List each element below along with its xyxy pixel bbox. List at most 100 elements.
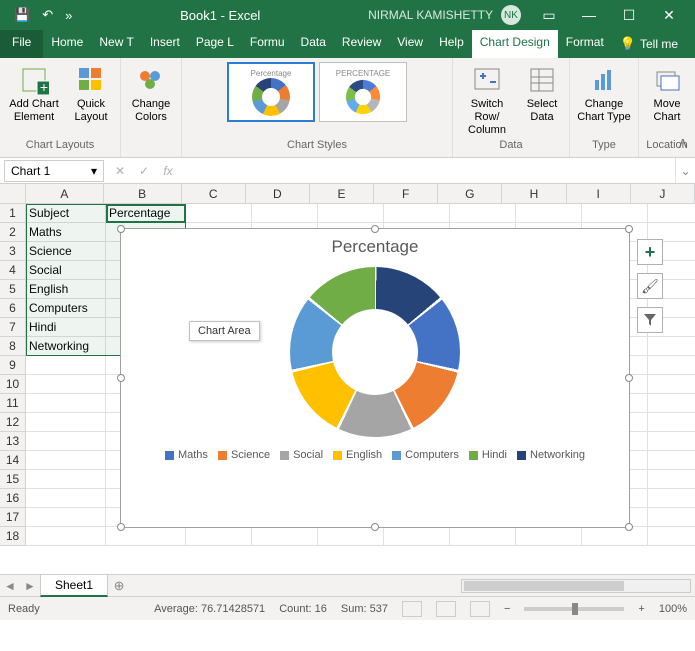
maximize-button[interactable]: ☐: [609, 0, 649, 30]
row-head[interactable]: 14: [0, 451, 26, 470]
legend-item[interactable]: English: [333, 449, 382, 461]
cell[interactable]: [26, 413, 106, 432]
cell[interactable]: [186, 527, 252, 546]
name-box[interactable]: Chart 1▾: [4, 160, 104, 182]
row-head[interactable]: 5: [0, 280, 26, 299]
tab-tell-me[interactable]: 💡Tell me: [612, 30, 686, 58]
cancel-formula-icon[interactable]: ✕: [108, 164, 132, 178]
cell[interactable]: [516, 204, 582, 223]
formula-input[interactable]: [180, 160, 675, 182]
row-head[interactable]: 7: [0, 318, 26, 337]
resize-handle[interactable]: [117, 374, 125, 382]
sheet-tab[interactable]: Sheet1: [40, 574, 108, 597]
row-head[interactable]: 9: [0, 356, 26, 375]
zoom-in-button[interactable]: +: [638, 603, 644, 615]
cell[interactable]: [648, 375, 695, 394]
change-chart-type-button[interactable]: Change Chart Type: [576, 62, 632, 124]
tab-help[interactable]: Help: [431, 30, 472, 58]
legend-item[interactable]: Social: [280, 449, 323, 461]
col-head[interactable]: J: [631, 184, 695, 204]
row-head[interactable]: 6: [0, 299, 26, 318]
tab-review[interactable]: Review: [334, 30, 389, 58]
col-head[interactable]: B: [104, 184, 182, 204]
cell[interactable]: [648, 413, 695, 432]
cell[interactable]: [252, 527, 318, 546]
zoom-level[interactable]: 100%: [659, 603, 687, 615]
row-head[interactable]: 18: [0, 527, 26, 546]
cell[interactable]: [450, 527, 516, 546]
view-page-layout-button[interactable]: [436, 601, 456, 617]
cell[interactable]: Science: [26, 242, 106, 261]
chart-elements-button[interactable]: +: [637, 239, 663, 265]
undo-icon[interactable]: ↶: [42, 7, 53, 23]
col-head[interactable]: I: [567, 184, 631, 204]
cell[interactable]: [26, 508, 106, 527]
enter-formula-icon[interactable]: ✓: [132, 164, 156, 178]
select-data-button[interactable]: Select Data: [521, 62, 563, 124]
change-colors-button[interactable]: Change Colors: [127, 62, 175, 124]
save-icon[interactable]: 💾: [14, 7, 30, 23]
cell[interactable]: [384, 204, 450, 223]
ribbon-options-icon[interactable]: ▭: [529, 0, 569, 30]
tab-data[interactable]: Data: [293, 30, 334, 58]
resize-handle[interactable]: [625, 523, 633, 531]
cell[interactable]: [26, 432, 106, 451]
resize-handle[interactable]: [371, 523, 379, 531]
cell[interactable]: [648, 508, 695, 527]
worksheet-grid[interactable]: ABCDEFGHIJ 123456789101112131415161718 S…: [0, 184, 695, 574]
cell[interactable]: English: [26, 280, 106, 299]
chart-styles-button[interactable]: 🖌: [637, 273, 663, 299]
cell[interactable]: [26, 356, 106, 375]
cell[interactable]: [26, 470, 106, 489]
row-head[interactable]: 2: [0, 223, 26, 242]
switch-row-column-button[interactable]: Switch Row/ Column: [459, 62, 515, 138]
col-head[interactable]: F: [374, 184, 438, 204]
col-head[interactable]: H: [502, 184, 566, 204]
tab-home[interactable]: Home: [43, 30, 91, 58]
redo-icon[interactable]: »: [65, 8, 72, 23]
tab-file[interactable]: File: [0, 30, 43, 58]
legend-item[interactable]: Hindi: [469, 449, 507, 461]
fx-icon[interactable]: fx: [156, 164, 180, 178]
move-chart-button[interactable]: Move Chart: [645, 62, 689, 124]
resize-handle[interactable]: [625, 225, 633, 233]
cell[interactable]: Networking: [26, 337, 106, 356]
cell[interactable]: [516, 527, 582, 546]
cell[interactable]: [26, 375, 106, 394]
row-head[interactable]: 13: [0, 432, 26, 451]
collapse-ribbon-icon[interactable]: ᐱ: [679, 137, 687, 151]
cell[interactable]: [648, 489, 695, 508]
resize-handle[interactable]: [117, 225, 125, 233]
cell[interactable]: [648, 337, 695, 356]
chart-filters-button[interactable]: [637, 307, 663, 333]
cell[interactable]: [26, 451, 106, 470]
cell[interactable]: [648, 356, 695, 375]
cell[interactable]: [648, 527, 695, 546]
user-avatar[interactable]: NK: [501, 5, 521, 25]
cell[interactable]: [648, 204, 695, 223]
row-head[interactable]: 1: [0, 204, 26, 223]
row-head[interactable]: 16: [0, 489, 26, 508]
row-head[interactable]: 10: [0, 375, 26, 394]
view-page-break-button[interactable]: [470, 601, 490, 617]
cell[interactable]: [582, 527, 648, 546]
cell[interactable]: Maths: [26, 223, 106, 242]
col-head[interactable]: D: [246, 184, 310, 204]
resize-handle[interactable]: [625, 374, 633, 382]
cell[interactable]: Social: [26, 261, 106, 280]
tab-chart-design[interactable]: Chart Design: [472, 30, 558, 58]
row-head[interactable]: 3: [0, 242, 26, 261]
quick-layout-button[interactable]: Quick Layout: [68, 62, 114, 124]
row-head[interactable]: 17: [0, 508, 26, 527]
legend-item[interactable]: Networking: [517, 449, 585, 461]
cell[interactable]: Computers: [26, 299, 106, 318]
row-head[interactable]: 4: [0, 261, 26, 280]
chart-title[interactable]: Percentage: [121, 229, 629, 261]
tab-insert[interactable]: Insert: [142, 30, 188, 58]
legend-item[interactable]: Science: [218, 449, 270, 461]
legend-item[interactable]: Computers: [392, 449, 459, 461]
zoom-slider[interactable]: [524, 607, 624, 611]
cell[interactable]: [450, 204, 516, 223]
col-head[interactable]: A: [26, 184, 104, 204]
tab-new[interactable]: New T: [91, 30, 141, 58]
